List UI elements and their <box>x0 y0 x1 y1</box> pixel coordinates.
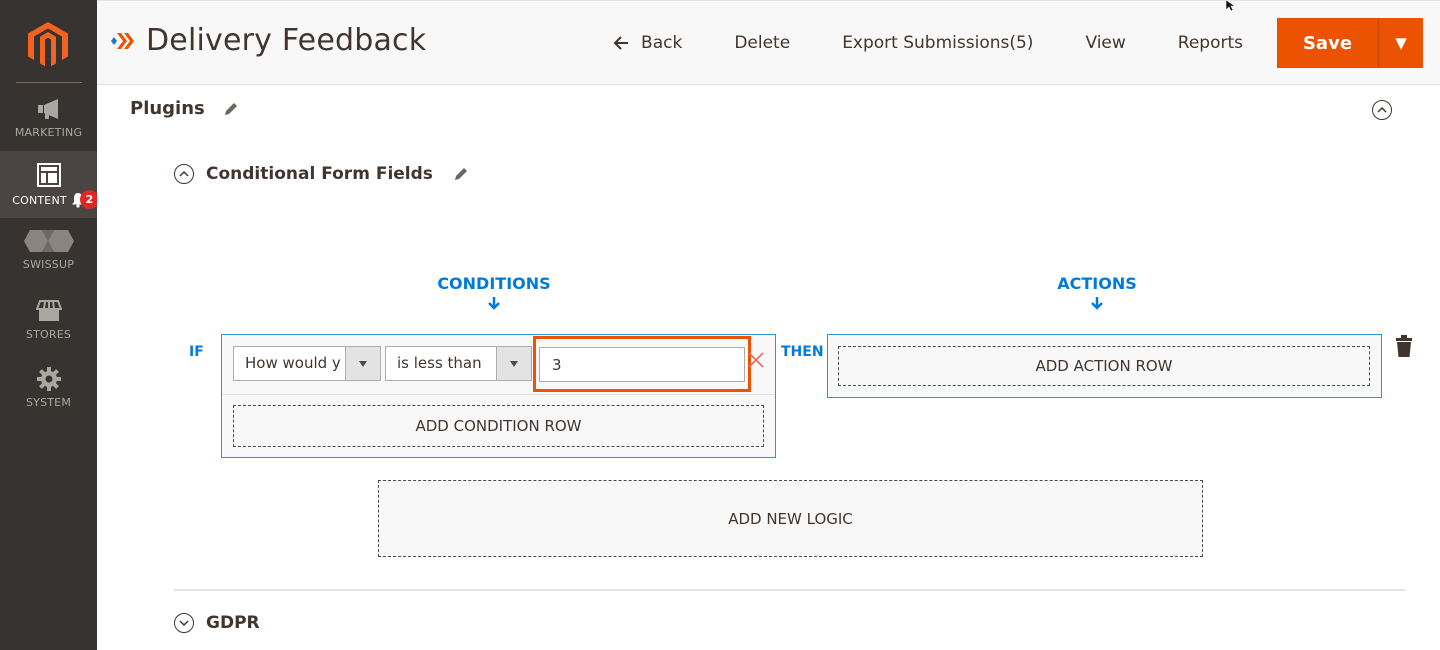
sidebar-item-label: MARKETING <box>14 126 83 139</box>
condition-operator-select[interactable]: is less than <box>385 346 532 381</box>
collapse-conditional-button[interactable] <box>174 164 194 184</box>
conditions-label: CONDITIONS <box>437 274 551 293</box>
add-condition-row-button[interactable]: ADD CONDITION ROW <box>233 405 764 447</box>
actions-header: ACTIONS <box>1037 274 1157 310</box>
gdpr-title-text: GDPR <box>206 613 260 633</box>
app: MARKETING CONTENT 2 SWISSUP STORES SYSTE… <box>0 0 1440 650</box>
sidebar-item-label: SYSTEM <box>25 396 72 409</box>
reports-button[interactable]: Reports <box>1152 33 1269 53</box>
magento-logo-icon[interactable] <box>28 22 68 68</box>
pencil-icon[interactable] <box>223 101 239 117</box>
main-content: Plugins Conditional Form Fields CONDITIO… <box>97 86 1440 650</box>
actions-label: ACTIONS <box>1057 274 1137 293</box>
delete-button[interactable]: Delete <box>708 33 816 53</box>
admin-sidebar: MARKETING CONTENT 2 SWISSUP STORES SYSTE… <box>0 0 99 650</box>
conditional-fields-title: Conditional Form Fields <box>174 164 469 184</box>
sidebar-item-label: STORES <box>25 328 72 341</box>
select-toggle[interactable] <box>345 347 380 380</box>
caret-down-icon <box>510 360 518 367</box>
sidebar-item-content[interactable]: CONTENT <box>0 151 97 218</box>
page-title: Delivery Feedback <box>146 23 427 58</box>
selected-field: How would y <box>245 354 341 372</box>
condition-value-input[interactable] <box>539 347 745 382</box>
caret-down-icon <box>359 360 367 367</box>
store-icon <box>35 300 62 321</box>
chevron-down-icon <box>179 620 189 626</box>
if-label: IF <box>189 344 204 360</box>
save-options-toggle[interactable]: ▼ <box>1378 18 1423 68</box>
arrow-down-icon <box>1091 297 1103 310</box>
subsection-title-text: Conditional Form Fields <box>206 164 433 184</box>
swissup-icon <box>23 230 74 252</box>
logo-divider <box>16 82 82 83</box>
pencil-icon[interactable] <box>453 166 469 182</box>
selected-operator: is less than <box>397 354 482 372</box>
add-action-row-button[interactable]: ADD ACTION ROW <box>838 346 1370 386</box>
conditions-header: CONDITIONS <box>434 274 554 310</box>
sidebar-item-label: SWISSUP <box>22 258 75 271</box>
section-divider <box>174 589 1406 591</box>
sidebar-item-marketing[interactable]: MARKETING <box>0 96 97 148</box>
expand-gdpr-button[interactable] <box>174 613 194 633</box>
sidebar-item-stores[interactable]: STORES <box>0 298 97 353</box>
value-highlight <box>533 336 751 392</box>
export-submissions-button[interactable]: Export Submissions(5) <box>816 33 1059 53</box>
page-header: Delivery Feedback Back Delete Export Sub… <box>97 0 1440 85</box>
condition-row: How would y is less than <box>222 335 775 395</box>
layout-icon <box>36 163 61 187</box>
add-new-logic-button[interactable]: ADD NEW LOGIC <box>378 480 1203 557</box>
trash-icon[interactable] <box>1395 335 1413 357</box>
megaphone-icon <box>37 99 58 119</box>
plugins-section-title: Plugins <box>130 98 239 119</box>
save-split-button: Save ▼ <box>1277 18 1423 68</box>
gear-icon <box>36 367 61 391</box>
collapse-section-button[interactable] <box>1372 100 1392 120</box>
sidebar-item-swissup[interactable]: SWISSUP <box>0 228 97 283</box>
title-wrap: Delivery Feedback <box>108 23 426 58</box>
actions-box: ADD ACTION ROW <box>827 334 1382 398</box>
caret-down-icon: ▼ <box>1395 34 1407 52</box>
chevron-up-icon <box>179 171 189 177</box>
back-label: Back <box>641 33 683 53</box>
back-button[interactable]: Back <box>587 33 708 53</box>
arrow-down-icon <box>488 297 500 310</box>
save-button[interactable]: Save <box>1277 18 1378 68</box>
select-toggle[interactable] <box>496 347 531 380</box>
sidebar-item-label: CONTENT <box>12 193 67 207</box>
section-title-text: Plugins <box>130 98 205 119</box>
conditions-box: How would y is less than ADD CONDITION R… <box>221 334 776 458</box>
chevron-up-icon <box>1377 107 1387 113</box>
arrow-left-icon <box>613 36 629 50</box>
page-actions: Back Delete Export Submissions(5) View R… <box>587 18 1423 68</box>
form-brand-icon <box>111 32 134 49</box>
gdpr-section-title[interactable]: GDPR <box>174 613 260 633</box>
view-button[interactable]: View <box>1059 33 1151 53</box>
sidebar-item-system[interactable]: SYSTEM <box>0 366 97 421</box>
then-label: THEN <box>781 344 824 360</box>
close-icon[interactable] <box>747 351 765 369</box>
condition-field-select[interactable]: How would y <box>233 346 381 381</box>
mouse-cursor-icon <box>1226 0 1236 12</box>
